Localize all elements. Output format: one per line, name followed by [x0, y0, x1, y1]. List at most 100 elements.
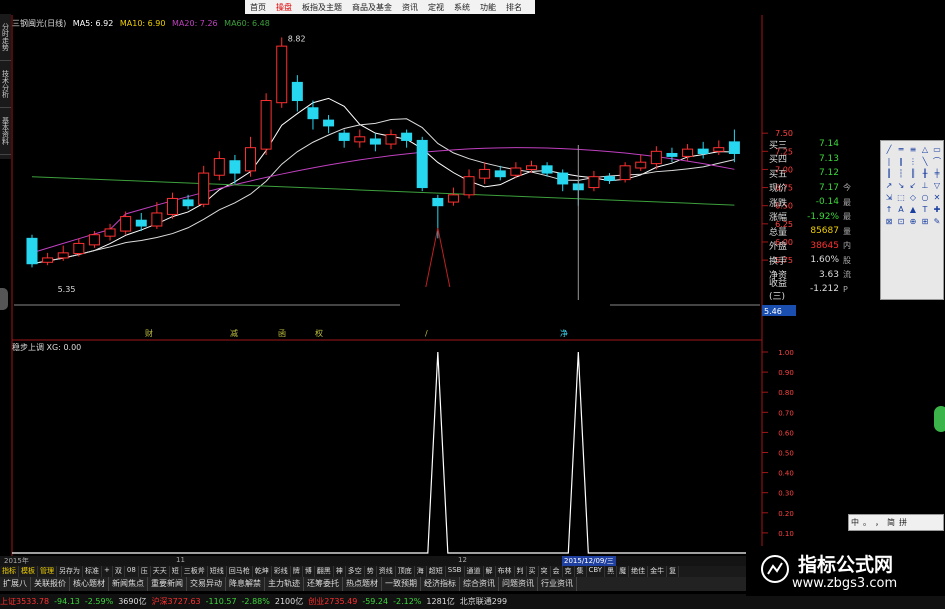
func-bar-item[interactable]: 牌 — [291, 566, 303, 577]
draw-tool-icon[interactable]: ┃ — [883, 167, 895, 179]
info-tab[interactable]: 综合资讯 — [460, 577, 499, 591]
func-bar-item[interactable]: 资线 — [377, 566, 396, 577]
draw-tool-icon[interactable]: ⊡ — [895, 215, 907, 227]
func-bar-item[interactable]: 博 — [303, 566, 315, 577]
draw-tool-icon[interactable]: ⊞ — [919, 215, 931, 227]
func-bar-item[interactable]: 集 — [575, 566, 587, 577]
draw-tool-icon[interactable]: ↑ — [883, 203, 895, 215]
draw-tool-icon[interactable]: ╪ — [931, 167, 943, 179]
draw-tool-icon[interactable]: ○ — [919, 191, 931, 203]
func-bar-item[interactable]: 会 — [551, 566, 563, 577]
info-tab[interactable]: 问题资讯 — [499, 577, 538, 591]
draw-tool-icon[interactable]: ≡ — [907, 143, 919, 155]
draw-tool-icon[interactable]: ┆ — [895, 167, 907, 179]
draw-tool-icon[interactable]: | — [883, 155, 895, 167]
func-bar-item[interactable]: 布林 — [496, 566, 515, 577]
func-bar-item[interactable]: 金牛 — [648, 566, 668, 577]
draw-tool-icon[interactable]: A — [895, 203, 907, 215]
info-tab[interactable]: 主力轨迹 — [265, 577, 304, 591]
func-bar-item[interactable]: 翻黑 — [315, 566, 334, 577]
ime-item[interactable]: 拼 — [897, 517, 909, 528]
func-bar-item[interactable]: 通道 — [465, 566, 484, 577]
info-tab[interactable]: 热点题材 — [343, 577, 382, 591]
func-bar-item[interactable]: + — [102, 566, 113, 577]
info-tab[interactable]: 新闻焦点 — [109, 577, 148, 591]
func-bar-item[interactable]: 黑 — [605, 566, 618, 577]
draw-tool-icon[interactable]: ⬚ — [895, 191, 907, 203]
draw-tool-icon[interactable]: ╱ — [883, 143, 895, 155]
func-bar-item[interactable]: 海 — [415, 566, 427, 577]
func-bar-item[interactable]: 短 — [170, 566, 182, 577]
func-bar-item[interactable]: 买 — [527, 566, 539, 577]
draw-tool-icon[interactable]: ▲ — [907, 203, 919, 215]
func-bar-item[interactable]: 天天 — [151, 566, 170, 577]
draw-tool-icon[interactable]: ▽ — [931, 179, 943, 191]
info-tab[interactable]: 一致预期 — [382, 577, 421, 591]
info-tab[interactable]: 还筹委托 — [304, 577, 343, 591]
info-tab[interactable]: 扩展八 — [0, 577, 31, 591]
func-bar-item[interactable]: 顶底 — [396, 566, 415, 577]
func-bar-item[interactable]: 复 — [667, 566, 680, 577]
func-bar-item[interactable]: 乾坤 — [253, 566, 272, 577]
func-bar-item[interactable]: 压 — [139, 566, 151, 577]
func-bar-item[interactable]: 势 — [365, 566, 377, 577]
event-mark[interactable]: / — [425, 329, 428, 338]
draw-tool-icon[interactable]: ⇲ — [883, 191, 895, 203]
draw-tool-icon[interactable]: ═ — [895, 143, 907, 155]
draw-tool-icon[interactable]: ⊕ — [907, 215, 919, 227]
func-bar-item[interactable]: 指标 — [0, 566, 19, 577]
draw-tool-icon[interactable]: ✎ — [931, 215, 943, 227]
func-bar-item[interactable]: 克 — [563, 566, 575, 577]
func-bar-item[interactable]: 管理 — [38, 566, 57, 577]
func-bar-item[interactable]: 魔 — [617, 566, 630, 577]
info-tab[interactable]: 交易异动 — [187, 577, 226, 591]
draw-tool-icon[interactable]: ⌒ — [931, 155, 943, 167]
ime-item[interactable]: 中 — [849, 517, 861, 528]
event-mark[interactable]: 减 — [230, 328, 238, 338]
func-bar-item[interactable]: 多空 — [346, 566, 365, 577]
func-bar-item[interactable]: 短线 — [208, 566, 227, 577]
draw-tool-icon[interactable]: ▭ — [931, 143, 943, 155]
func-bar-item[interactable]: 双 — [113, 566, 125, 577]
draw-tool-icon[interactable]: ╲ — [919, 155, 931, 167]
draw-tool-icon[interactable]: ⊥ — [919, 179, 931, 191]
func-bar-item[interactable]: 彩线 — [272, 566, 291, 577]
func-bar-item[interactable]: 解 — [484, 566, 496, 577]
event-mark[interactable]: 财 — [145, 328, 153, 338]
info-tab[interactable]: 核心题材 — [70, 577, 109, 591]
func-bar-item[interactable]: 判 — [515, 566, 527, 577]
draw-tool-icon[interactable]: ◇ — [907, 191, 919, 203]
ime-item[interactable]: ， — [873, 517, 885, 528]
func-bar-item[interactable]: 回马枪 — [227, 566, 253, 577]
func-bar-item[interactable]: SSB — [446, 566, 465, 577]
draw-tool-icon[interactable]: ∥ — [895, 155, 907, 167]
info-tab[interactable]: 行业资讯 — [538, 577, 577, 591]
side-expand-button[interactable] — [934, 406, 945, 432]
info-tab[interactable]: 关联报价 — [31, 577, 70, 591]
func-bar-item[interactable]: 三板斧 — [182, 566, 208, 577]
event-mark[interactable]: 净 — [560, 328, 568, 338]
info-tab[interactable]: 降息解禁 — [226, 577, 265, 591]
draw-tool-icon[interactable]: ↗ — [883, 179, 895, 191]
ime-toolbar[interactable]: 中。，简拼 — [848, 514, 944, 531]
draw-tool-icon[interactable]: T — [919, 203, 931, 215]
draw-tool-icon[interactable]: ⊠ — [883, 215, 895, 227]
kline-chart[interactable]: 7.507.257.006.756.506.256.005.755.468.82… — [0, 0, 945, 609]
func-bar-item[interactable]: 标准 — [83, 566, 102, 577]
draw-tool-icon[interactable]: ↙ — [907, 179, 919, 191]
ime-item[interactable]: 。 — [861, 517, 873, 528]
info-tab[interactable]: 经济指标 — [421, 577, 460, 591]
func-bar-item[interactable]: 模板 — [19, 566, 38, 577]
func-bar-item[interactable]: 超短 — [427, 566, 446, 577]
draw-tool-icon[interactable]: ✚ — [931, 203, 943, 215]
event-mark[interactable]: 权 — [315, 328, 323, 338]
info-tab[interactable]: 重要新闻 — [148, 577, 187, 591]
draw-tool-icon[interactable]: ⋮ — [907, 155, 919, 167]
func-bar-item[interactable]: 突 — [539, 566, 551, 577]
func-bar-item[interactable]: 神 — [334, 566, 346, 577]
func-bar-item[interactable]: 另存为 — [57, 566, 83, 577]
draw-tool-icon[interactable]: △ — [919, 143, 931, 155]
draw-tool-icon[interactable]: ✕ — [931, 191, 943, 203]
func-bar-item[interactable]: 08 — [125, 566, 139, 577]
draw-tool-icon[interactable]: ↘ — [895, 179, 907, 191]
